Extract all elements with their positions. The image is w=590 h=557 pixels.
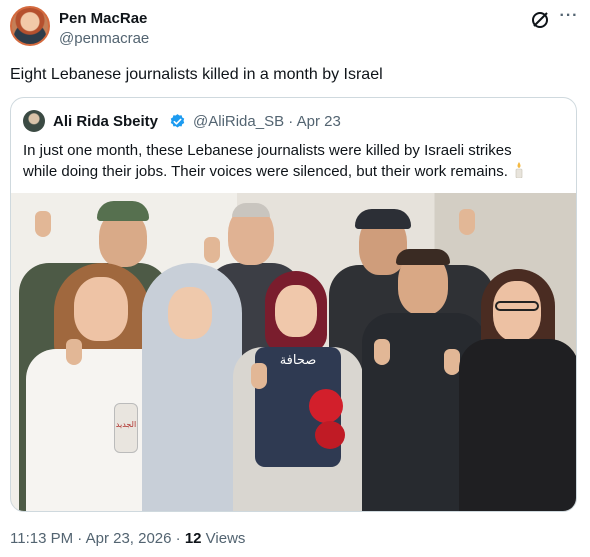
- candle-icon: [515, 162, 523, 178]
- quoted-avatar[interactable]: [23, 110, 45, 132]
- quoted-handle-date: @AliRida_SB · Apr 23: [193, 113, 341, 130]
- views-count: 12: [184, 530, 202, 547]
- post-header: Pen MacRae @penmacrae ···: [10, 6, 580, 50]
- press-vest-label: صحافة: [279, 353, 317, 368]
- flowers: [315, 421, 345, 449]
- timestamp[interactable]: 11:13 PM · Apr 23, 2026 ·: [10, 530, 185, 547]
- avatar[interactable]: [10, 6, 50, 46]
- quoted-author-name[interactable]: Ali Rida Sbeity: [53, 113, 158, 130]
- verified-icon: [170, 114, 185, 128]
- post-text: Eight Lebanese journalists killed in a m…: [10, 66, 383, 83]
- post-footer: 11:13 PM · Apr 23, 2026 · 12 Views: [10, 530, 245, 547]
- mic-label: الجديد: [115, 420, 137, 429]
- flowers: [309, 389, 343, 423]
- quoted-text-body: In just one month, these Lebanese journa…: [23, 142, 512, 180]
- person-front-2: [136, 263, 246, 511]
- quoted-header: Ali Rida Sbeity @AliRida_SB · Apr 23: [23, 110, 564, 132]
- views-label: Views: [201, 530, 246, 547]
- microphone: الجديد: [114, 403, 138, 453]
- quoted-photo[interactable]: الجديد صحافة: [11, 193, 576, 511]
- person-front-5: [459, 269, 576, 511]
- person-front-3: صحافة: [233, 271, 363, 511]
- author-handle[interactable]: @penmacrae: [59, 30, 149, 47]
- quoted-text: In just one month, these Lebanese journa…: [23, 140, 543, 182]
- grok-icon[interactable]: [530, 10, 550, 30]
- author-name[interactable]: Pen MacRae: [59, 10, 147, 27]
- quoted-post[interactable]: Ali Rida Sbeity @AliRida_SB · Apr 23 In …: [10, 97, 577, 512]
- more-icon[interactable]: ···: [558, 8, 580, 28]
